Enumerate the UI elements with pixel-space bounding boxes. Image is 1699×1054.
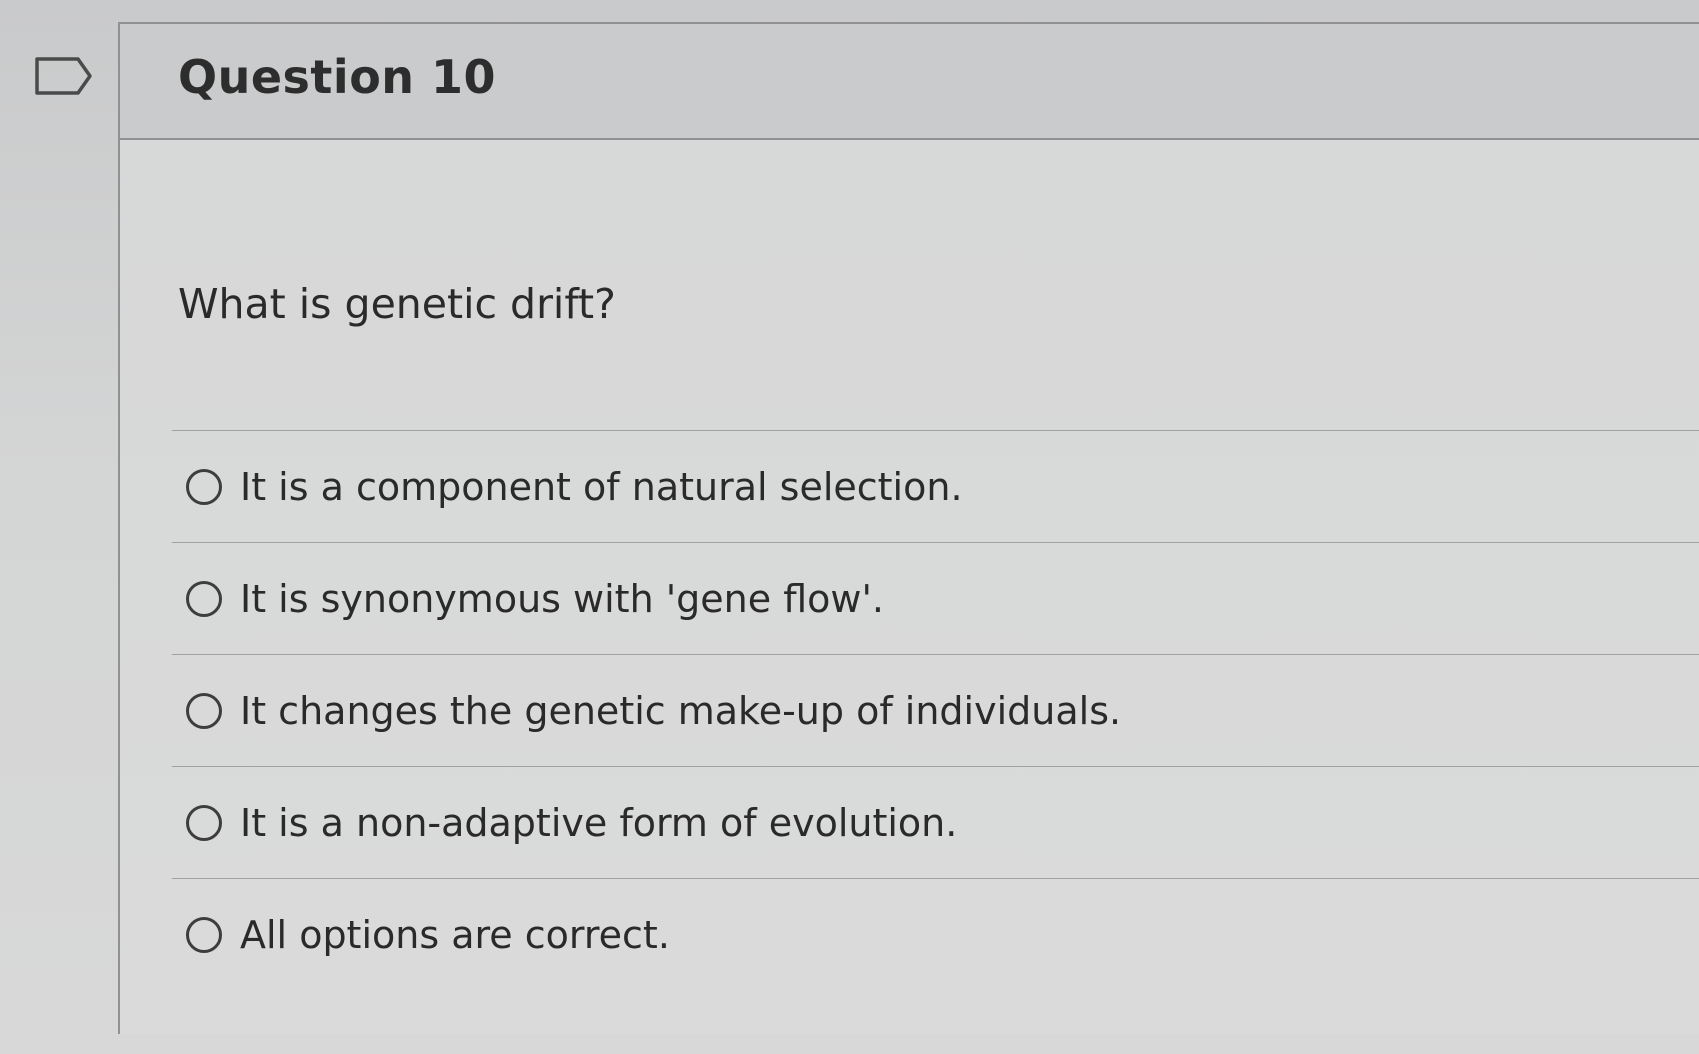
quiz-page: Question 10 What is genetic drift? It is… — [0, 0, 1699, 1054]
question-card: Question 10 What is genetic drift? It is… — [118, 22, 1699, 1034]
flag-question-icon[interactable] — [34, 56, 94, 96]
radio-button-icon[interactable] — [186, 468, 222, 505]
radio-button-icon[interactable] — [186, 580, 222, 617]
answer-option-2[interactable]: It is synonymous with 'gene flow'. — [172, 543, 1699, 654]
question-text: What is genetic drift? — [178, 280, 616, 328]
question-body: What is genetic drift? It is a component… — [120, 140, 1699, 1034]
answer-option-1[interactable]: It is a component of natural selection. — [172, 431, 1699, 542]
answer-label: It is a non-adaptive form of evolution. — [240, 800, 958, 845]
radio-button-icon[interactable] — [186, 692, 222, 729]
answer-list: It is a component of natural selection. … — [172, 430, 1699, 990]
answer-option-5[interactable]: All options are correct. — [172, 879, 1699, 990]
answer-label: It is a component of natural selection. — [240, 464, 963, 509]
radio-button-icon[interactable] — [186, 804, 222, 841]
question-title: Question 10 — [178, 50, 497, 104]
answer-label: It changes the genetic make-up of indivi… — [240, 688, 1122, 733]
question-header: Question 10 — [120, 24, 1699, 140]
answer-option-3[interactable]: It changes the genetic make-up of indivi… — [172, 655, 1699, 766]
radio-button-icon[interactable] — [186, 916, 222, 953]
answer-option-4[interactable]: It is a non-adaptive form of evolution. — [172, 767, 1699, 878]
answer-label: It is synonymous with 'gene flow'. — [240, 576, 885, 621]
answer-label: All options are correct. — [240, 912, 670, 957]
